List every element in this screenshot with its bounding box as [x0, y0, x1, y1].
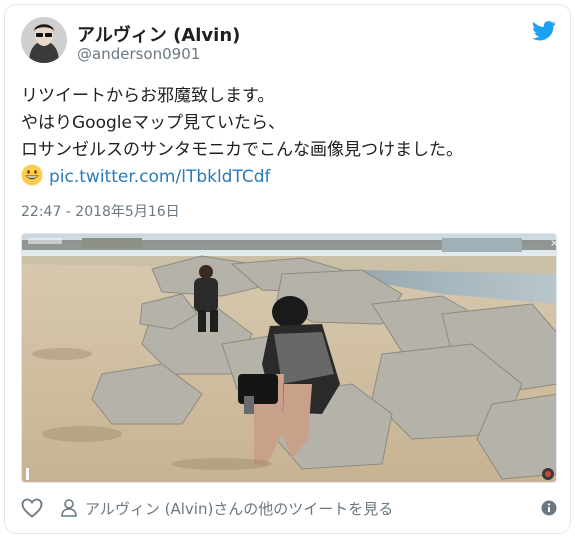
tweet-timestamp[interactable]: 22:47 - 2018年5月16日 — [21, 201, 180, 221]
beach-photo: × — [22, 234, 557, 482]
svg-text:×: × — [550, 238, 557, 249]
grinning-face-icon — [21, 164, 43, 186]
more-tweets-link[interactable]: アルヴィン (Alvin)さんの他のツイートを見る — [61, 498, 393, 519]
avatar-image — [21, 17, 67, 63]
tweet-text-line: リツイートからお邪魔致します。 — [21, 86, 275, 106]
info-icon[interactable] — [541, 500, 557, 516]
tweet-card: アルヴィン (Alvin) @anderson0901 リツイートからお邪魔致し… — [4, 4, 571, 534]
tweet-text-line: ロサンゼルスのサンタモニカでこんな画像見つけました。 — [21, 140, 463, 160]
tweet-text: リツイートからお邪魔致します。 やはりGoogleマップ見ていたら、 ロサンゼル… — [21, 83, 561, 191]
twitter-bird-icon[interactable] — [532, 21, 556, 41]
tweet-text-line-link: pic.twitter.com/lTbkldTCdf — [21, 164, 561, 191]
more-tweets-label: アルヴィン (Alvin)さんの他のツイートを見る — [85, 499, 394, 518]
user-handle[interactable]: @anderson0901 — [77, 45, 200, 63]
media-link[interactable]: pic.twitter.com/lTbkldTCdf — [49, 167, 271, 187]
display-name[interactable]: アルヴィン (Alvin) — [77, 21, 240, 47]
tweet-media-image[interactable]: × — [21, 233, 557, 483]
tweet-footer: アルヴィン (Alvin)さんの他のツイートを見る — [21, 493, 557, 523]
avatar[interactable] — [21, 17, 67, 63]
heart-icon[interactable] — [21, 498, 43, 518]
person-icon — [61, 499, 77, 517]
tweet-text-line: やはりGoogleマップ見ていたら、 — [21, 113, 285, 133]
